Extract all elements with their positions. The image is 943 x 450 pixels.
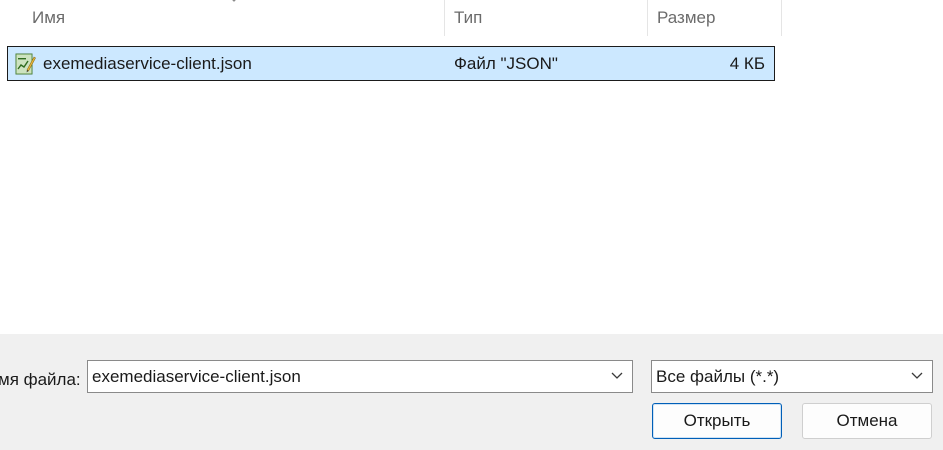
file-size: 4 КБ <box>729 54 765 73</box>
column-header-name[interactable]: Имя <box>32 0 65 36</box>
sort-indicator-icon <box>232 0 236 2</box>
file-type: Файл "JSON" <box>454 54 558 73</box>
file-name: exemediaservice-client.json <box>43 54 252 73</box>
file-type-filter-select[interactable]: Все файлы (*.*) <box>651 360 933 393</box>
file-list[interactable]: Имя Тип Размер exemediaservice-client.js… <box>0 0 943 334</box>
column-divider[interactable] <box>444 0 445 36</box>
column-header-type[interactable]: Тип <box>454 0 482 36</box>
filename-label: мя файла: <box>0 370 81 389</box>
dialog-bottom-panel: мя файла: exemediaservice-client.json Вс… <box>0 334 943 450</box>
file-row[interactable]: exemediaservice-client.json Файл "JSON" … <box>7 46 775 81</box>
file-type-filter-value: Все файлы (*.*) <box>656 367 780 386</box>
json-file-icon <box>15 53 36 75</box>
chevron-down-icon[interactable] <box>911 372 923 380</box>
open-button[interactable]: Открыть <box>652 403 782 439</box>
column-header-size[interactable]: Размер <box>657 0 715 36</box>
filename-input[interactable]: exemediaservice-client.json <box>92 361 301 392</box>
chevron-down-icon[interactable] <box>611 372 623 380</box>
cancel-button[interactable]: Отмена <box>802 403 932 439</box>
filename-combobox[interactable]: exemediaservice-client.json <box>87 360 633 393</box>
column-divider[interactable] <box>647 0 648 36</box>
column-divider[interactable] <box>781 0 782 36</box>
